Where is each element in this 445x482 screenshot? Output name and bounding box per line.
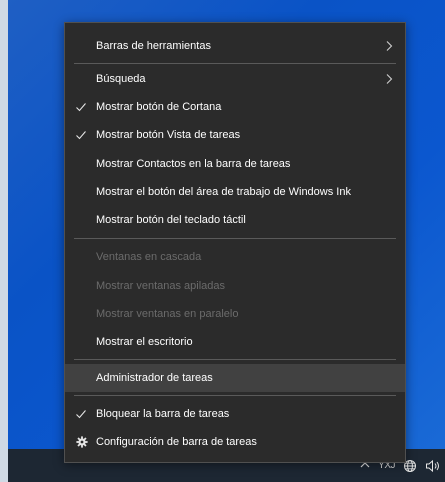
menu-item-label: Mostrar ventanas apiladas (96, 280, 226, 292)
menu-item-toolbars[interactable]: Barras de herramientas (65, 32, 405, 60)
menu-item-label: Bloquear la barra de tareas (96, 408, 230, 420)
menu-item-show-cortana[interactable]: Mostrar botón de Cortana (65, 93, 405, 121)
menu-item-label: Administrador de tareas (96, 372, 213, 384)
menu-item-label: Búsqueda (96, 73, 146, 85)
chevron-right-icon (386, 41, 393, 51)
menu-item-show-touch-keyboard[interactable]: Mostrar botón del teclado táctil (65, 206, 405, 234)
menu-item-lock-taskbar[interactable]: Bloquear la barra de tareas (65, 400, 405, 428)
menu-item-show-contacts[interactable]: Mostrar Contactos en la barra de tareas (65, 150, 405, 178)
chevron-right-icon (386, 74, 393, 84)
menu-item-show-windows-ink[interactable]: Mostrar el botón del área de trabajo de … (65, 178, 405, 206)
menu-item-label: Mostrar botón Vista de tareas (96, 129, 241, 141)
menu-separator (74, 359, 396, 360)
checkmark-icon (76, 103, 86, 112)
menu-item-label: Ventanas en cascada (96, 251, 202, 263)
menu-item-label: Mostrar el escritorio (96, 336, 193, 348)
menu-item-label: Mostrar el botón del área de trabajo de … (96, 186, 351, 198)
menu-item-search[interactable]: Búsqueda (65, 65, 405, 93)
menu-item-label: Mostrar ventanas en paralelo (96, 308, 239, 320)
checkmark-icon (76, 410, 86, 419)
menu-item-label: Mostrar Contactos en la barra de tareas (96, 158, 291, 170)
menu-separator (74, 63, 396, 64)
menu-item-stacked-windows: Mostrar ventanas apiladas (65, 272, 405, 300)
menu-item-label: Configuración de barra de tareas (96, 436, 257, 448)
menu-item-taskbar-settings[interactable]: Configuración de barra de tareas (65, 428, 405, 456)
menu-item-label: Mostrar botón de Cortana (96, 101, 222, 113)
menu-item-label: Barras de herramientas (96, 40, 211, 52)
menu-item-task-manager[interactable]: Administrador de tareas (65, 364, 405, 392)
volume-icon[interactable] (425, 459, 441, 473)
taskbar-context-menu: Barras de herramientas Búsqueda Mostrar … (64, 22, 406, 463)
menu-item-cascade-windows: Ventanas en cascada (65, 243, 405, 271)
menu-item-show-task-view[interactable]: Mostrar botón Vista de tareas (65, 121, 405, 149)
menu-item-label: Mostrar botón del teclado táctil (96, 214, 246, 226)
gear-icon (76, 436, 88, 448)
checkmark-icon (76, 131, 86, 140)
menu-item-show-desktop[interactable]: Mostrar el escritorio (65, 328, 405, 356)
menu-item-side-by-side-windows: Mostrar ventanas en paralelo (65, 300, 405, 328)
menu-separator (74, 238, 396, 239)
menu-separator (74, 395, 396, 396)
